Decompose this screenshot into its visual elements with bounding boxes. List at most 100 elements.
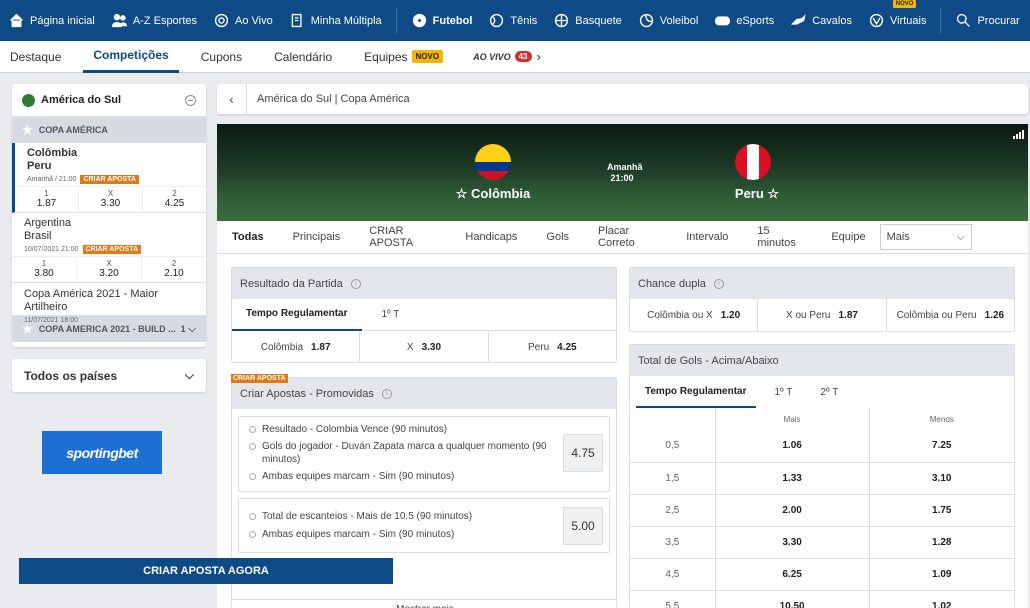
tab-calendario[interactable]: Calendário <box>264 41 342 73</box>
odd-over-button[interactable]: 3.30 <box>715 526 870 559</box>
period-tabs: Tempo Regulamentar 1º T 2º T <box>636 376 1014 408</box>
back-arrow-icon[interactable]: ‹ <box>217 84 247 114</box>
odd-button[interactable]: Colômbia ou Peru 1.26 <box>887 299 1014 331</box>
star-icon[interactable]: ☆ <box>764 186 779 201</box>
match-item[interactable]: Colômbia Peru Amanhã / 21:00 CRIAR APOSTA… <box>12 143 206 213</box>
nav-procurar[interactable]: Procurar <box>947 0 1027 41</box>
table-row: 4,5 6.25 1.09 <box>630 558 1014 591</box>
tab-destaque[interactable]: Destaque <box>0 41 71 73</box>
bet-slip-icon <box>291 13 302 28</box>
bet-builder-combo[interactable]: Total de escanteios - Mais de 10.5 (90 m… <box>238 498 610 553</box>
combo-odd-button[interactable]: 5.00 <box>563 507 603 545</box>
criar-aposta-tag: CRIAR APOSTA <box>80 175 139 184</box>
soccer-ball-icon <box>412 13 426 28</box>
nav-cavalos[interactable]: Cavalos <box>782 0 860 41</box>
nav-voleibol[interactable]: Voleibol <box>630 0 707 41</box>
criar-aposta-agora-button[interactable]: CRIAR APOSTA AGORA <box>19 558 393 584</box>
odd-over-button[interactable]: 2.00 <box>715 494 870 527</box>
match-item[interactable]: Argentina Brasil 10/07/2021 21:00 CRIAR A… <box>12 213 206 283</box>
top-nav: Página inicial A-Z Esportes Ao Vivo Minh… <box>0 0 1030 41</box>
tab-2t[interactable]: 2º T <box>806 376 852 408</box>
tab-tempo-regulamentar[interactable]: Tempo Regulamentar <box>232 299 362 331</box>
odd-button[interactable]: Colômbia ou X 1.20 <box>630 299 759 331</box>
all-countries-dropdown[interactable]: Todos os países ⌵ <box>12 359 206 392</box>
nav-tenis[interactable]: Tênis <box>480 0 545 41</box>
region-header[interactable]: América do Sul <box>12 84 206 117</box>
odd-under-button[interactable]: 1.02 <box>869 590 1014 608</box>
odd-under-button[interactable]: 1.28 <box>869 526 1014 559</box>
tab-intervalo[interactable]: Intervalo <box>671 221 742 254</box>
info-icon[interactable]: i <box>381 388 392 399</box>
odd-button[interactable]: X 3.30 <box>79 187 143 212</box>
odd-button[interactable]: X ou Peru 1.87 <box>758 299 887 331</box>
chance-dupla-market: Chance dupla i Colômbia ou X 1.20 X ou Per… <box>629 267 1015 332</box>
odd-under-button[interactable]: 1.75 <box>869 494 1014 527</box>
home-team: ☆ Colômbia <box>455 186 531 201</box>
tab-competicoes[interactable]: Competições <box>83 41 179 73</box>
market-header[interactable]: Total de Gols - Acima/Abaixo <box>630 345 1014 376</box>
odd-button[interactable]: X 3.30 <box>360 331 489 362</box>
period-tabs: Tempo Regulamentar 1º T <box>232 299 616 331</box>
nav-ao-vivo[interactable]: Ao Vivo <box>205 0 281 41</box>
outright-item[interactable]: Copa América 2021 - Maior Artilheiro 11/… <box>12 283 206 324</box>
tab-1t[interactable]: 1º T <box>761 376 807 408</box>
nav-basquete[interactable]: Basquete <box>545 0 629 41</box>
nav-home[interactable]: Página inicial <box>0 0 103 41</box>
odd-button[interactable]: Peru 4.25 <box>489 331 616 362</box>
globe-icon <box>22 93 35 107</box>
market-header[interactable]: Resultado da Partida i <box>232 268 616 299</box>
odd-under-button[interactable]: 7.25 <box>869 430 1014 463</box>
odd-over-button[interactable]: 1.33 <box>715 462 870 495</box>
away-team: Peru ☆ <box>734 186 780 201</box>
nav-az-sports[interactable]: A-Z Esportes <box>103 0 205 41</box>
combo-odd-button[interactable]: 4.75 <box>563 434 603 472</box>
show-more-link[interactable]: Mostrar mais <box>232 599 616 608</box>
colombia-flag-icon <box>475 144 511 180</box>
odd-under-button[interactable]: 1.09 <box>869 558 1014 591</box>
odd-over-button[interactable]: 10.50 <box>715 590 870 608</box>
odd-button[interactable]: 1 3.80 <box>12 257 77 282</box>
tab-todas[interactable]: Todas <box>217 221 278 254</box>
combo-selection: Resultado - Colombia Vence (90 minutos) <box>239 423 609 436</box>
odd-button[interactable]: 2 4.25 <box>143 187 206 212</box>
odd-over-button[interactable]: 1.06 <box>715 430 870 463</box>
tab-placar-correto[interactable]: Placar Correto <box>583 221 671 254</box>
odd-over-button[interactable]: 6.25 <box>715 558 870 591</box>
sub-nav: Destaque Competições Cupons Calendário E… <box>0 41 1030 73</box>
match-away: Peru <box>27 160 52 172</box>
tab-15-minutos[interactable]: 15 minutos <box>742 221 816 254</box>
tab-handicaps[interactable]: Handicaps <box>450 221 531 254</box>
odd-button[interactable]: X 3.20 <box>77 257 142 282</box>
stats-icon[interactable] <box>1013 130 1024 139</box>
nav-futebol[interactable]: Futebol <box>403 0 481 41</box>
market-header[interactable]: Criar Apostas - Promovidas i <box>232 378 616 409</box>
star-icon[interactable]: ★ <box>22 123 33 137</box>
info-icon[interactable]: i <box>350 278 361 289</box>
nav-separator <box>395 7 397 34</box>
outright-title: Copa América 2021 - Maior Artilheiro <box>24 288 158 313</box>
odd-under-button[interactable]: 3.10 <box>869 462 1014 495</box>
info-icon[interactable]: i <box>713 278 724 289</box>
tab-principais[interactable]: Principais <box>278 221 355 254</box>
star-icon[interactable]: ☆ <box>456 186 471 201</box>
odd-button[interactable]: 1 1.87 <box>15 187 79 212</box>
competition-header[interactable]: ★ COPA AMÉRICA <box>12 117 206 143</box>
nav-minha-multipla[interactable]: Minha Múltipla <box>281 0 390 41</box>
tab-ao-vivo[interactable]: AO VIVO 43 › <box>463 41 551 73</box>
tab-equipes[interactable]: Equipes NOVO <box>354 41 453 73</box>
tab-criar-aposta[interactable]: CRIAR APOSTA <box>354 221 450 254</box>
collapse-icon[interactable] <box>185 94 196 106</box>
odd-button[interactable]: 2 2.10 <box>142 257 206 282</box>
more-markets-dropdown[interactable]: Mais ⌵ <box>879 224 973 250</box>
nav-virtuais[interactable]: NOVO Virtuais <box>860 0 934 41</box>
tab-equipe[interactable]: Equipe <box>816 221 879 254</box>
tab-cupons[interactable]: Cupons <box>191 41 252 73</box>
tab-tempo-regulamentar[interactable]: Tempo Regulamentar <box>636 376 756 408</box>
live-count-badge: 43 <box>514 51 532 62</box>
tab-gols[interactable]: Gols <box>531 221 583 254</box>
odd-button[interactable]: Colômbia 1.87 <box>232 331 361 362</box>
market-header[interactable]: Chance dupla i <box>630 268 1014 299</box>
nav-esports[interactable]: eSports <box>706 0 782 41</box>
bet-builder-combo[interactable]: Resultado - Colombia Vence (90 minutos) … <box>238 416 610 492</box>
tab-1t[interactable]: 1º T <box>368 299 414 331</box>
